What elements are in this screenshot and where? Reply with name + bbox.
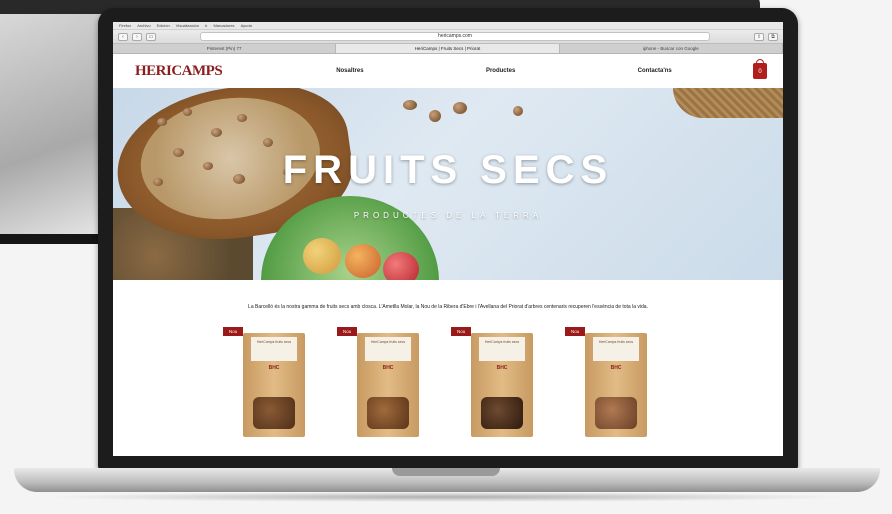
tabs-icon[interactable]: ⧉ bbox=[768, 32, 778, 41]
product-card[interactable]: Nou HeriCamps fruits secs BHC bbox=[223, 327, 307, 437]
menu-item[interactable]: Firefox bbox=[119, 23, 131, 28]
menu-item[interactable]: Archivo bbox=[137, 23, 150, 28]
product-grid: Nou HeriCamps fruits secs BHC Nou HeriCa… bbox=[113, 313, 783, 437]
site-header: HERICAMPS Nosaltres Productes Contacta'n… bbox=[113, 54, 783, 88]
main-nav: Nosaltres Productes Contacta'ns bbox=[275, 68, 753, 74]
new-badge: Nou bbox=[223, 327, 244, 336]
product-brand: BHC bbox=[610, 365, 622, 371]
product-brand: BHC bbox=[382, 365, 394, 371]
nav-item-productes[interactable]: Productes bbox=[486, 68, 515, 74]
new-badge: Nou bbox=[451, 327, 472, 336]
product-label: HeriCamps fruits secs bbox=[593, 337, 639, 361]
product-card[interactable]: Nou HeriCamps fruits secs BHC bbox=[337, 327, 421, 437]
product-label: HeriCamps fruits secs bbox=[365, 337, 411, 361]
nav-item-nosaltres[interactable]: Nosaltres bbox=[336, 68, 363, 74]
back-button[interactable]: ‹ bbox=[118, 32, 128, 41]
site-logo[interactable]: HERICAMPS bbox=[135, 63, 275, 80]
menu-item[interactable]: Visualización bbox=[176, 23, 199, 28]
menu-item[interactable]: Edición bbox=[157, 23, 170, 28]
hero-title: FRUITS SECS bbox=[282, 148, 614, 192]
product-card[interactable]: Nou HeriCamps fruits secs BHC bbox=[451, 327, 535, 437]
laptop-notch bbox=[392, 468, 500, 476]
photo-stage: Firefox Archivo Edición Visualización Ir… bbox=[0, 0, 892, 514]
product-label: HeriCamps fruits secs bbox=[251, 337, 297, 361]
browser-toolbar: ‹ › ▭ hericamps.com ⇪ ⧉ bbox=[113, 30, 783, 44]
new-badge: Nou bbox=[337, 327, 358, 336]
product-bag-image: HeriCamps fruits secs BHC bbox=[471, 333, 533, 437]
address-bar[interactable]: hericamps.com bbox=[200, 32, 710, 41]
hero-subtitle: PRODUCTES DE LA TERRA bbox=[353, 211, 543, 220]
product-brand: BHC bbox=[268, 365, 280, 371]
nav-item-contacta[interactable]: Contacta'ns bbox=[638, 68, 672, 74]
background-monitor-screen bbox=[0, 14, 110, 234]
cart-icon[interactable]: 0 bbox=[753, 59, 767, 79]
product-bag-image: HeriCamps fruits secs BHC bbox=[585, 333, 647, 437]
forward-button[interactable]: › bbox=[132, 32, 142, 41]
tab-google[interactable]: iphone - Buscar con Google bbox=[560, 44, 783, 53]
product-bag-image: HeriCamps fruits secs BHC bbox=[243, 333, 305, 437]
menu-item[interactable]: Marcadores bbox=[213, 23, 234, 28]
product-brand: BHC bbox=[496, 365, 508, 371]
product-label: HeriCamps fruits secs bbox=[479, 337, 525, 361]
menu-item[interactable]: Ir bbox=[205, 23, 207, 28]
tab-hericamps[interactable]: HeriCamps | Fruits Secs | Priorat bbox=[336, 44, 560, 53]
wicker-mat-image bbox=[673, 88, 783, 118]
laptop-screen: Firefox Archivo Edición Visualización Ir… bbox=[113, 22, 783, 456]
intro-text: La Barcelló és la nostra gamma de fruits… bbox=[248, 304, 648, 310]
hero-banner: FRUITS SECS PRODUCTES DE LA TERRA bbox=[113, 88, 783, 280]
cart-count: 0 bbox=[758, 69, 762, 75]
share-icon[interactable]: ⇪ bbox=[754, 32, 764, 41]
product-card[interactable]: Nou HeriCamps fruits secs BHC bbox=[565, 327, 649, 437]
sidebar-icon[interactable]: ▭ bbox=[146, 32, 156, 41]
mac-menubar: Firefox Archivo Edición Visualización Ir… bbox=[113, 22, 783, 30]
tab-pinterest[interactable]: Pinterest (Pin) 77 bbox=[113, 44, 337, 53]
new-badge: Nou bbox=[565, 327, 586, 336]
tab-bar: Pinterest (Pin) 77 HeriCamps | Fruits Se… bbox=[113, 44, 783, 54]
product-bag-image: HeriCamps fruits secs BHC bbox=[357, 333, 419, 437]
menu-item[interactable]: Ayuda bbox=[241, 23, 252, 28]
